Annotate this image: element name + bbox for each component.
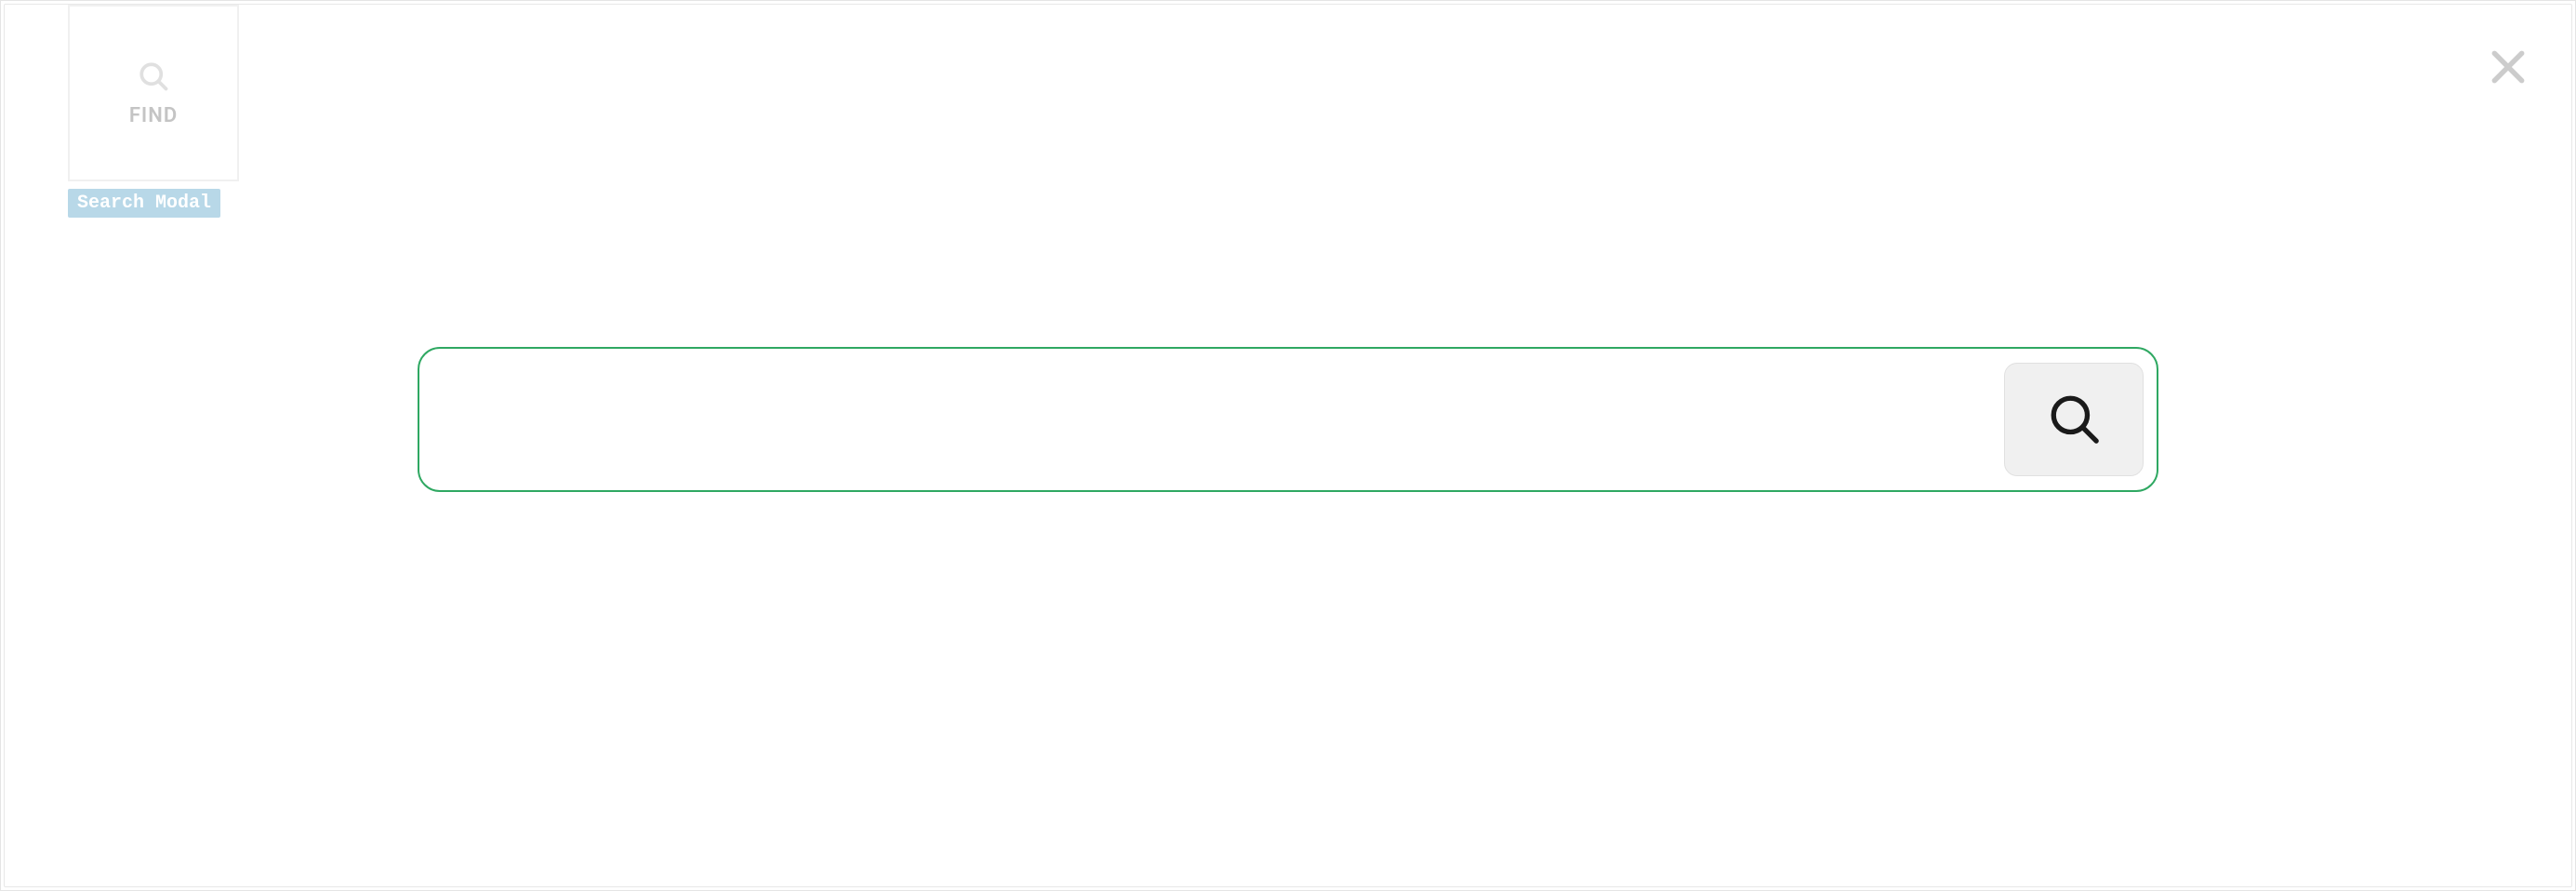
- search-modal-badge: Search Modal: [68, 189, 220, 218]
- search-modal: FIND Search Modal: [4, 4, 2572, 887]
- close-icon: [2488, 47, 2529, 90]
- search-submit-button[interactable]: [2004, 363, 2144, 476]
- close-button[interactable]: [2480, 40, 2536, 96]
- search-container: [418, 347, 2158, 492]
- search-icon: [137, 60, 170, 97]
- find-button-label: FIND: [129, 104, 178, 127]
- search-icon: [2047, 392, 2101, 448]
- search-input[interactable]: [457, 360, 2004, 479]
- find-button[interactable]: FIND: [68, 5, 239, 181]
